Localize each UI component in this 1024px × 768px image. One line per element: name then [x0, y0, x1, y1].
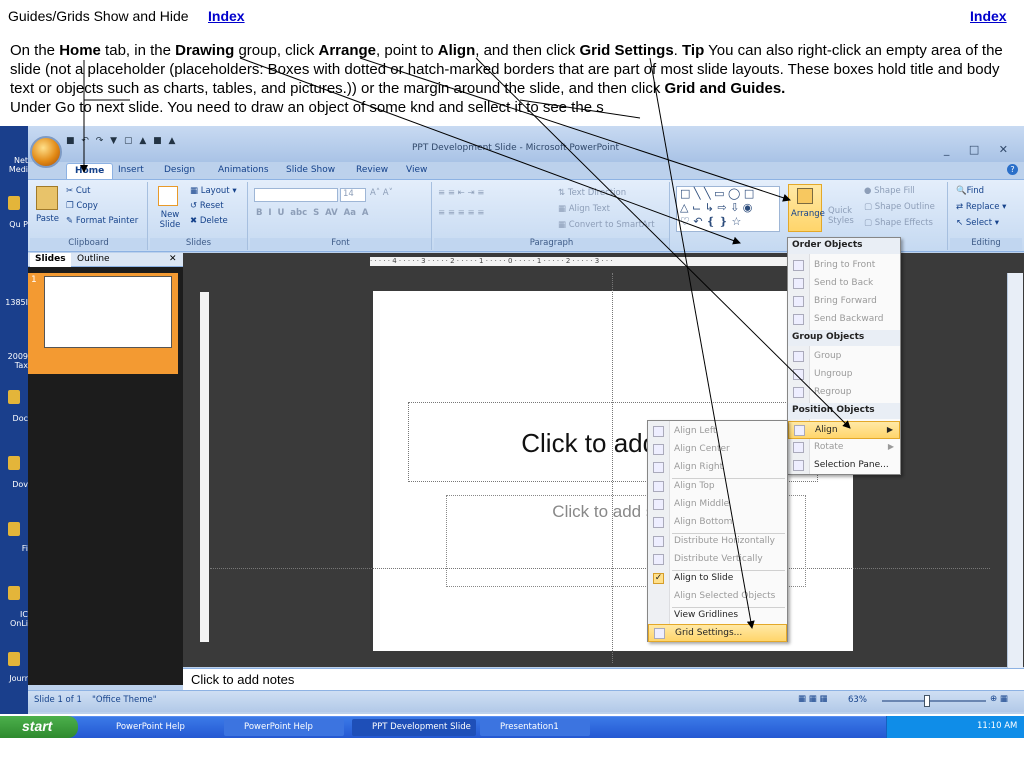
arrow-guides [519, 99, 641, 119]
taskbar-button[interactable]: PowerPoint Help [224, 719, 344, 736]
start-button[interactable]: start [0, 716, 78, 738]
taskbar-button[interactable]: PPT Development Slide [352, 719, 476, 736]
taskbar-button[interactable]: Presentation1 [480, 719, 590, 736]
arrow-arrange [359, 57, 791, 202]
taskbar-button[interactable]: PowerPoint Help [96, 719, 216, 736]
system-tray: 11:10 AM [886, 716, 1024, 738]
arrow-align [475, 57, 851, 429]
annotation-arrows [80, 57, 851, 629]
arrow-grid-settings [649, 57, 755, 629]
clock[interactable]: 11:10 AM [977, 721, 1017, 731]
arrow-drawing [239, 57, 741, 245]
